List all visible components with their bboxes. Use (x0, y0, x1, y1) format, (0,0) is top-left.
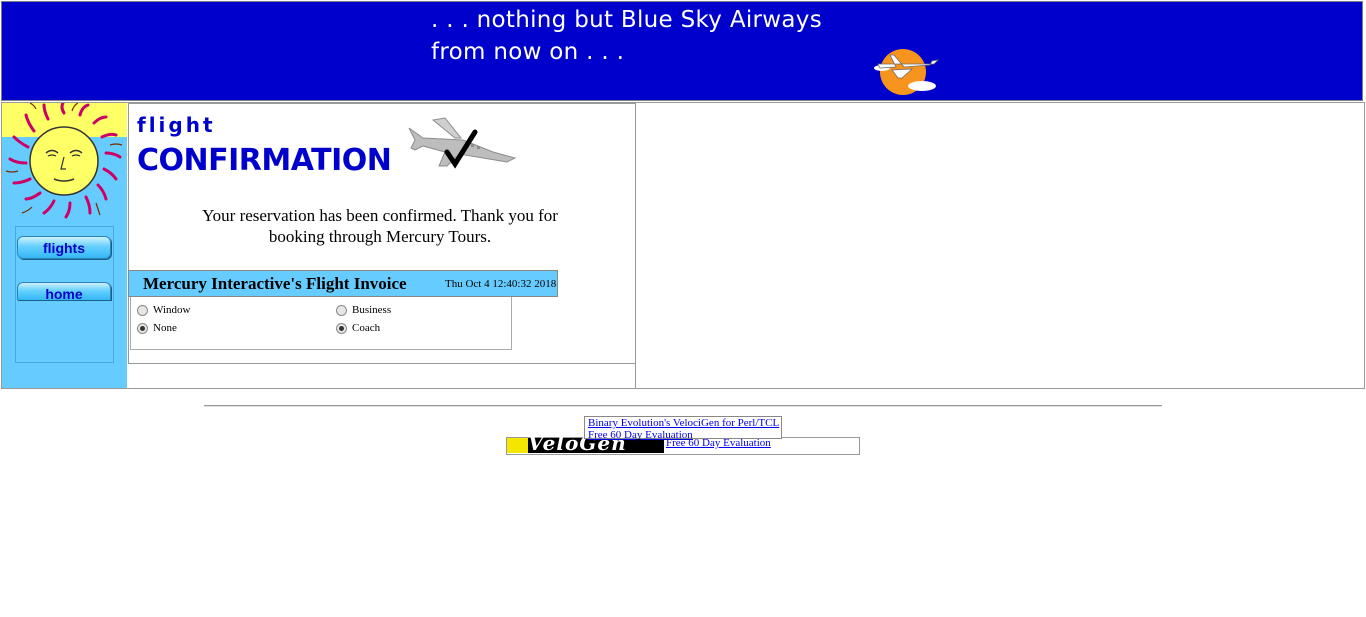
slogan-line-2: from now on . . . (431, 39, 625, 65)
sun-plane-logo (874, 49, 940, 95)
home-button[interactable]: home (17, 282, 111, 300)
seat-none-option[interactable]: None (137, 322, 177, 334)
invoice-title: Mercury Interactive's Flight Invoice (143, 274, 407, 293)
content-panel-footer (128, 364, 636, 388)
seat-none-radio[interactable] (137, 322, 148, 334)
sun-face-icon (2, 103, 127, 220)
heading-confirmation: CONFIRMATION (137, 143, 392, 178)
class-business-label: Business (352, 304, 392, 316)
seat-none-label: None (153, 322, 177, 334)
confirmation-message: Your reservation has been confirmed. Tha… (202, 206, 558, 246)
class-coach-radio[interactable] (336, 322, 347, 334)
ad-image-badge (507, 438, 528, 453)
plane-checkmark-icon (408, 117, 517, 169)
seat-window-option[interactable]: Window (137, 304, 190, 316)
heading-flight: flight (137, 113, 216, 137)
footer-divider (204, 405, 1162, 407)
class-coach-option[interactable]: Coach (336, 322, 380, 334)
ad-tooltip: Binary Evolution's VelociGen for Perl/TC… (584, 416, 782, 441)
seat-window-radio[interactable] (137, 304, 148, 316)
ad-tooltip-line-2[interactable]: Free 60 Day Evaluation (588, 429, 778, 441)
seat-window-label: Window (153, 304, 191, 316)
class-business-option[interactable]: Business (336, 304, 391, 316)
class-business-radio[interactable] (336, 304, 347, 316)
ad-tooltip-line-1[interactable]: Binary Evolution's VelociGen for Perl/TC… (588, 417, 779, 429)
class-coach-label: Coach (352, 322, 381, 334)
slogan-line-1: . . . nothing but Blue Sky Airways (431, 7, 823, 33)
banner-slogan: . . . nothing but Blue Sky Airways from … (431, 4, 822, 68)
flights-button[interactable]: flights (17, 236, 111, 259)
invoice-date: Thu Oct 4 12:40:32 2018 (445, 278, 557, 290)
